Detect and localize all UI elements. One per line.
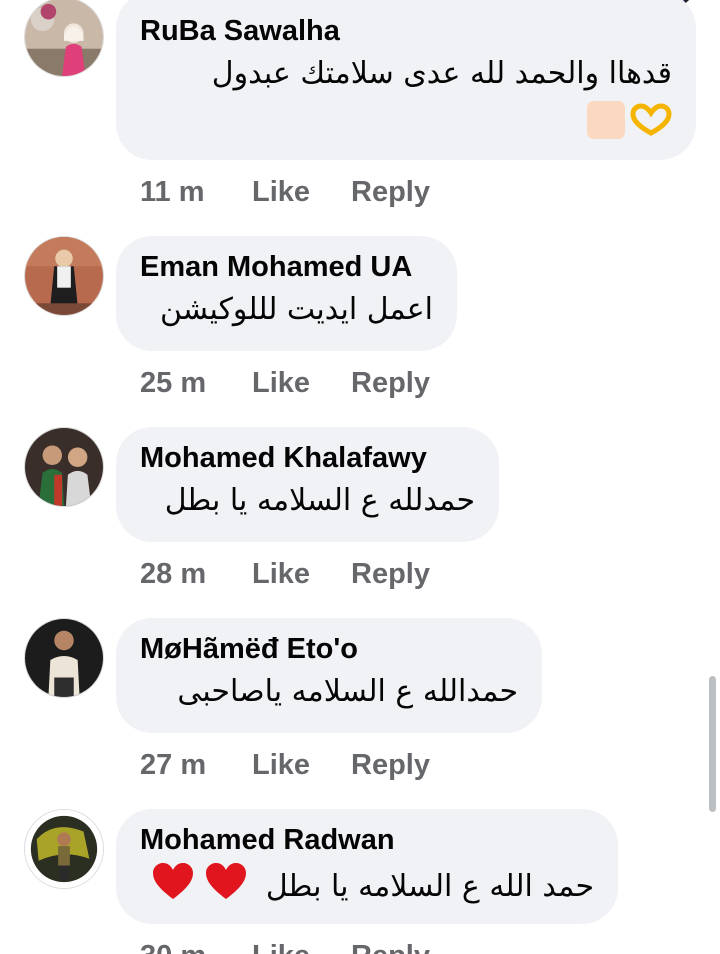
heart-hands-emoji bbox=[630, 103, 672, 142]
red-heart-emoji bbox=[151, 861, 195, 914]
comment-text-body: حمد الله ع السلامه يا بطل bbox=[265, 869, 594, 904]
avatar[interactable] bbox=[24, 0, 104, 77]
reply-button[interactable]: Reply bbox=[351, 366, 430, 400]
comment-text: اعمل ايديت لللوكيشن bbox=[159, 292, 433, 327]
reply-button[interactable]: Reply bbox=[351, 557, 430, 591]
scrollbar[interactable] bbox=[709, 676, 716, 812]
red-heart-emoji bbox=[204, 861, 248, 914]
comment-time[interactable]: 30 m bbox=[140, 939, 206, 954]
reply-button[interactable]: Reply bbox=[351, 939, 430, 954]
avatar[interactable] bbox=[24, 427, 104, 507]
comment-author[interactable]: Eman Mohamed UA bbox=[140, 250, 433, 284]
comments-screen: RuBa Sawalha قدهاا والحمد لله عدى سلامتك… bbox=[0, 0, 720, 954]
avatar[interactable] bbox=[24, 618, 104, 698]
like-button[interactable]: Like bbox=[252, 939, 310, 954]
comment-time[interactable]: 27 m bbox=[140, 748, 206, 782]
reply-button[interactable]: Reply bbox=[351, 175, 430, 209]
comment-bubble: Mohamed Radwan حمد الله ع السلامه يا بطل bbox=[116, 809, 618, 924]
comment-time[interactable]: 11 m bbox=[140, 175, 205, 209]
comment-author[interactable]: Mohamed Khalafawy bbox=[140, 441, 475, 475]
comment-text: حمدلله ع السلامه يا بطل bbox=[164, 483, 475, 518]
comment-time[interactable]: 25 m bbox=[140, 366, 206, 400]
reply-button[interactable]: Reply bbox=[351, 748, 430, 782]
avatar[interactable] bbox=[24, 236, 104, 316]
heart-hands-emoji bbox=[586, 100, 626, 145]
comment-text: حمد الله ع السلامه يا بطل bbox=[140, 861, 594, 914]
like-button[interactable]: Like bbox=[252, 175, 310, 209]
comment-bubble: RuBa Sawalha قدهاا والحمد لله عدى سلامتك… bbox=[116, 0, 696, 160]
emoji-row bbox=[140, 100, 672, 140]
comment-text: حمدالله ع السلامه ياصاحبى bbox=[177, 674, 518, 709]
comment-text: قدهاا والحمد لله عدى سلامتك عبدول bbox=[211, 56, 672, 91]
like-button[interactable]: Like bbox=[252, 366, 310, 400]
comment-time[interactable]: 28 m bbox=[140, 557, 206, 591]
like-button[interactable]: Like bbox=[252, 557, 310, 591]
comment-bubble: Eman Mohamed UA اعمل ايديت لللوكيشن bbox=[116, 236, 457, 351]
comment-bubble: Mohamed Khalafawy حمدلله ع السلامه يا بط… bbox=[116, 427, 499, 542]
comment-bubble: MøHãmëđ Eto'o حمدالله ع السلامه ياصاحبى bbox=[116, 618, 542, 733]
avatar[interactable] bbox=[24, 809, 104, 889]
comment-author[interactable]: MøHãmëđ Eto'o bbox=[140, 632, 518, 666]
comment-author[interactable]: RuBa Sawalha bbox=[140, 14, 672, 48]
like-button[interactable]: Like bbox=[252, 748, 310, 782]
comment-author[interactable]: Mohamed Radwan bbox=[140, 823, 594, 857]
